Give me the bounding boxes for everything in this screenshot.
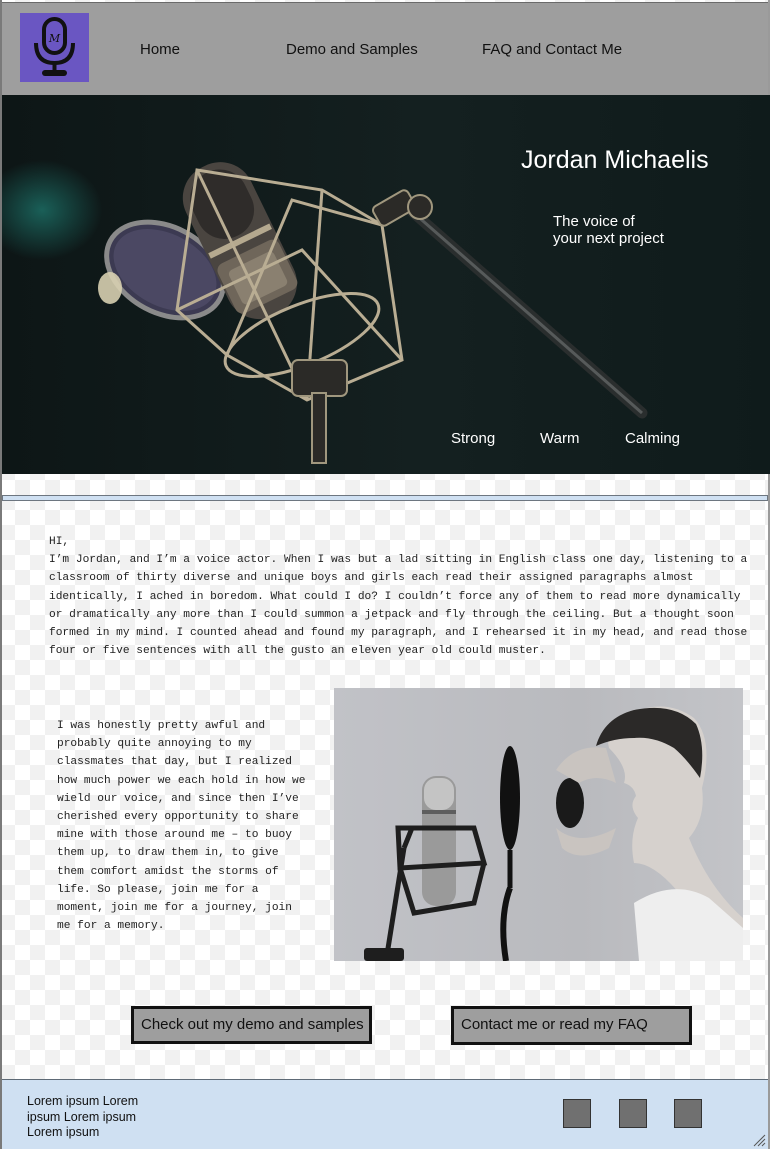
intro-text: HI, I’m Jordan, and I’m a voice actor. W… [49,533,749,660]
nav-link-home[interactable]: Home [140,41,180,58]
site-header: M Home Demo and Samples FAQ and Contact … [2,2,768,96]
social-icon-1[interactable] [563,1099,591,1128]
resize-grip-icon[interactable] [752,1133,766,1147]
trait-strong: Strong [451,430,496,447]
intro-paragraph: I’m Jordan, and I’m a voice actor. When … [49,554,748,658]
demo-samples-button[interactable]: Check out my demo and samples [131,1006,372,1044]
microphone-logo-icon[interactable]: M [20,13,89,82]
contact-faq-button-label: Contact me or read my FAQ [461,1016,648,1033]
story-text: I was honestly pretty awful and probably… [57,720,306,933]
nav-link-demo-samples[interactable]: Demo and Samples [286,41,418,58]
section-divider [2,495,768,501]
boy-singing-photo [334,688,743,961]
demo-samples-button-label: Check out my demo and samples [141,1016,364,1033]
hero-subtitle: The voice of your next project [553,213,664,247]
trait-warm: Warm [540,430,580,447]
hero-subtitle-line-1: The voice of [553,213,635,230]
social-icon-3[interactable] [674,1099,702,1128]
hero-banner: Jordan Michaelis The voice of your next … [2,95,770,474]
hero-subtitle-line-2: your next project [553,230,664,247]
social-icon-2[interactable] [619,1099,647,1128]
contact-faq-button[interactable]: Contact me or read my FAQ [451,1006,692,1045]
nav-link-faq-contact[interactable]: FAQ and Contact Me [482,41,622,58]
intro-greeting: HI, [49,536,70,548]
footer-text: Lorem ipsum Lorem ipsum Lorem ipsum Lore… [27,1094,139,1139]
trait-calming: Calming [625,430,681,447]
site-footer: Lorem ipsum Lorem ipsum Lorem ipsum Lore… [2,1079,768,1149]
hero-title: Jordan Michaelis [521,146,709,174]
svg-text:M: M [48,32,61,45]
